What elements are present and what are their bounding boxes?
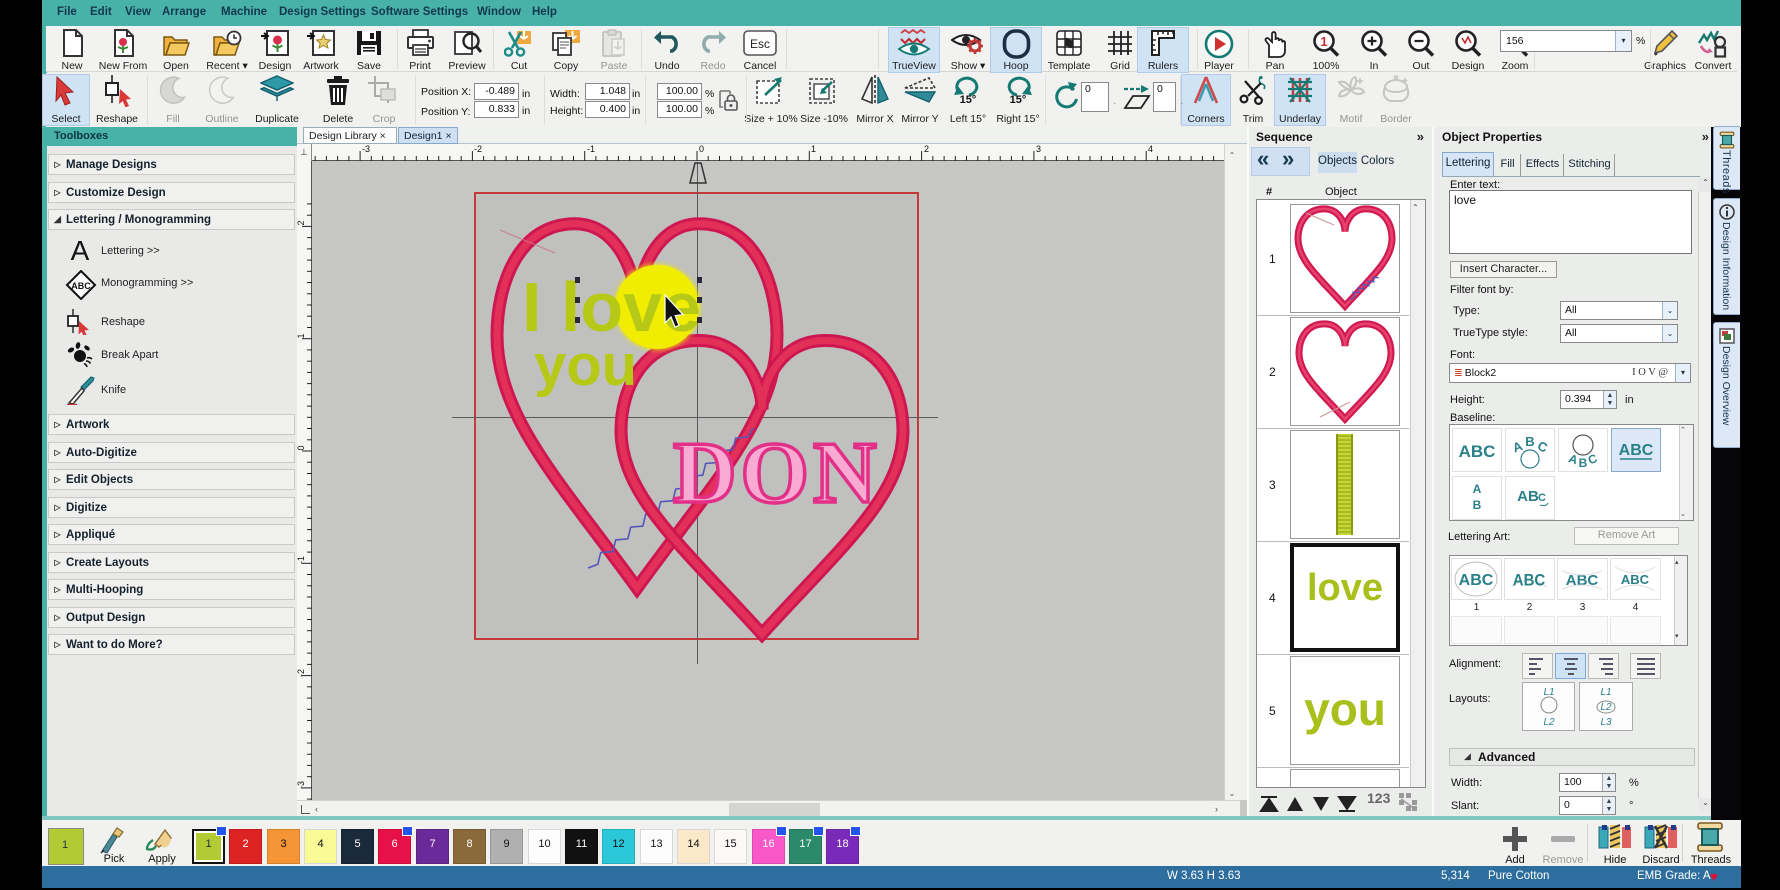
- svg-text:ABC: ABC: [1459, 572, 1494, 589]
- svg-text:C: C: [1538, 492, 1546, 504]
- svg-text:L2: L2: [1543, 717, 1555, 728]
- svg-text:L1: L1: [1543, 687, 1554, 698]
- svg-text:A: A: [71, 236, 90, 266]
- svg-text:A: A: [1473, 482, 1482, 496]
- svg-text:L2: L2: [1600, 702, 1612, 713]
- svg-text:15°: 15°: [1010, 94, 1027, 105]
- svg-text:ABC: ABC: [1513, 572, 1545, 590]
- svg-text:ABC: ABC: [1619, 442, 1654, 459]
- svg-text:L3: L3: [1600, 717, 1612, 728]
- svg-text:ABC: ABC: [1459, 442, 1496, 461]
- svg-text:C: C: [1586, 451, 1599, 467]
- svg-text:C: C: [1536, 438, 1551, 456]
- svg-text:Esc: Esc: [750, 37, 770, 51]
- svg-text:1: 1: [1320, 34, 1327, 49]
- svg-text:AB: AB: [1517, 488, 1539, 505]
- svg-text:B: B: [1525, 434, 1534, 449]
- svg-text:B: B: [1579, 456, 1588, 470]
- svg-text:L1: L1: [1600, 687, 1611, 698]
- svg-text:B: B: [1473, 498, 1482, 512]
- svg-text:ABC: ABC: [71, 281, 91, 291]
- svg-text:15°: 15°: [960, 94, 977, 105]
